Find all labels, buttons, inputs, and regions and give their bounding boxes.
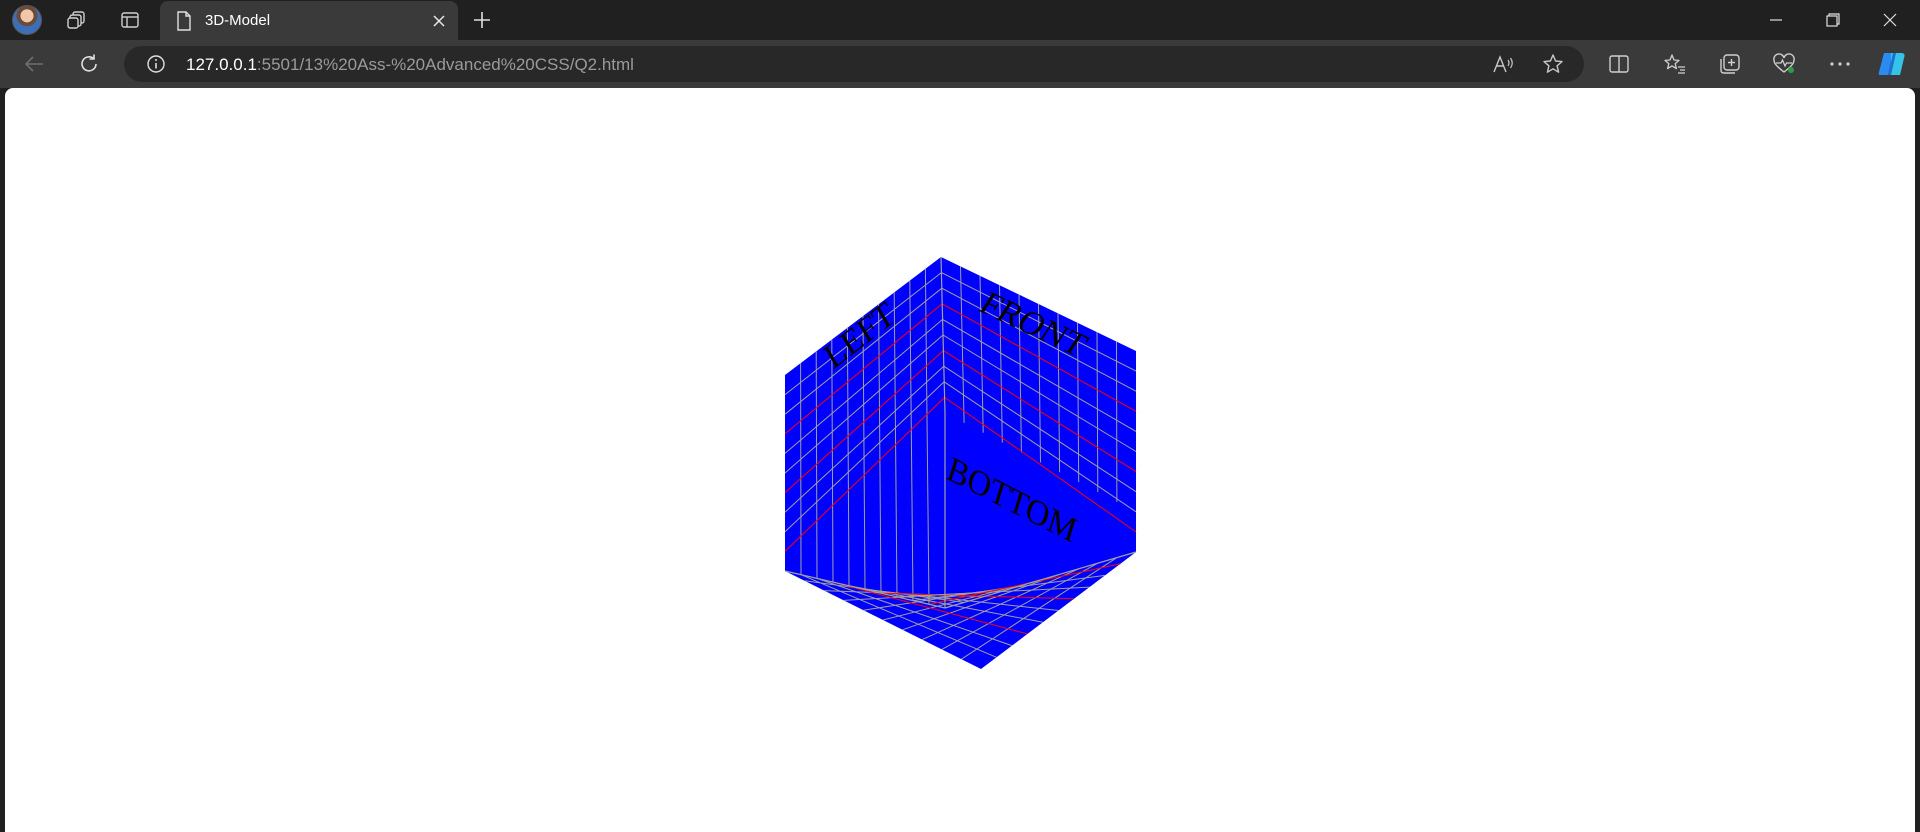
browser-essentials-icon[interactable] [1769,49,1799,79]
url-text[interactable]: 127.0.0.1:5501/13%20Ass-%20Advanced%20CS… [186,55,634,75]
page-icon [177,11,191,31]
collections-icon[interactable] [1715,49,1745,79]
url-host: 127.0.0.1 [186,55,257,74]
profile-avatar[interactable] [12,5,42,35]
tab-title: 3D-Model [205,12,271,29]
site-info-icon[interactable] [146,54,166,74]
address-bar[interactable]: 127.0.0.1:5501/13%20Ass-%20Advanced%20CS… [124,46,1584,82]
page-viewport: LEFT FRONT BOTTOM [5,88,1915,832]
split-screen-icon[interactable] [1604,49,1634,79]
tab-strip: 3D-Model [0,0,1920,40]
new-tab-icon[interactable] [467,5,497,35]
back-arrow-icon[interactable] [16,48,52,80]
copilot-icon[interactable] [1877,49,1907,79]
close-tab-icon[interactable] [428,10,450,32]
cube-scene: LEFT FRONT BOTTOM [784,256,1137,669]
restore-icon[interactable] [1805,0,1861,40]
refresh-icon[interactable] [71,48,107,80]
browser-window: 3D-Model 127.0.0.1:5501/13%20Ass-%20Adva… [0,0,1920,832]
favorites-list-icon[interactable] [1660,49,1690,79]
navigation-toolbar: 127.0.0.1:5501/13%20Ass-%20Advanced%20CS… [0,40,1920,88]
tab-3d-model[interactable]: 3D-Model [160,1,458,40]
minimize-icon[interactable] [1748,0,1804,40]
close-window-icon[interactable] [1862,0,1918,40]
read-aloud-icon[interactable] [1491,51,1517,77]
vertical-tabs-icon[interactable] [115,5,145,35]
url-path: :5501/13%20Ass-%20Advanced%20CSS/Q2.html [256,55,634,74]
more-options-icon[interactable] [1825,49,1855,79]
workspaces-icon[interactable] [62,5,92,35]
favorite-star-icon[interactable] [1540,51,1566,77]
